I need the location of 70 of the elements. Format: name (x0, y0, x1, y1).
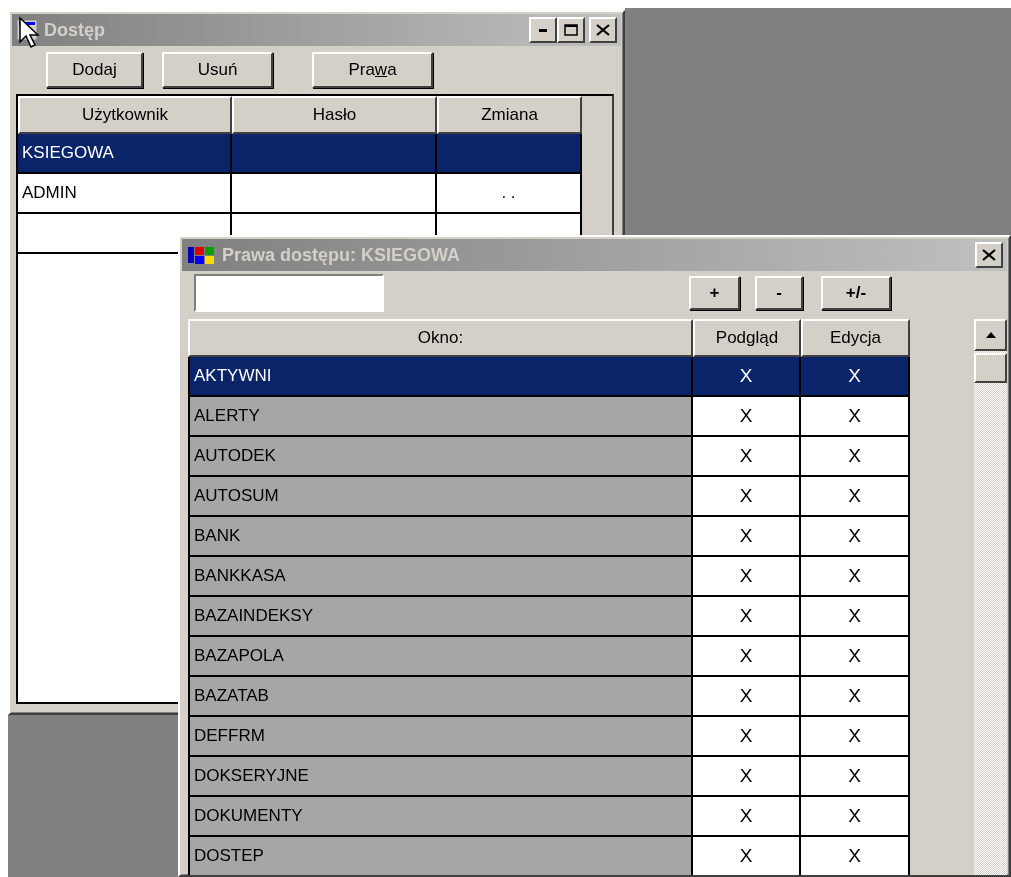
table-cell[interactable]: X (693, 357, 801, 397)
table-cell[interactable]: BAZAINDEKSY (188, 597, 693, 637)
table-cell[interactable]: X (801, 797, 910, 837)
table-cell[interactable]: BANK (188, 517, 693, 557)
flag-icon (186, 244, 216, 266)
table-cell[interactable]: X (693, 757, 801, 797)
table-cell[interactable]: X (693, 837, 801, 875)
table-cell[interactable]: X (693, 517, 801, 557)
table-cell[interactable]: DEFFRM (188, 717, 693, 757)
toolbar-button[interactable]: - (755, 276, 803, 310)
filter-field[interactable] (194, 274, 384, 312)
close-icon (596, 24, 610, 36)
minimize-button[interactable] (529, 17, 557, 43)
table-cell[interactable]: X (693, 477, 801, 517)
table-cell[interactable]: X (693, 557, 801, 597)
column-header[interactable]: Użytkownik (18, 96, 232, 134)
table-cell[interactable]: AUTOSUM (188, 477, 693, 517)
close-icon (982, 249, 996, 261)
table-cell[interactable]: BAZATAB (188, 677, 693, 717)
table-cell[interactable]: X (693, 597, 801, 637)
maximize-icon (564, 24, 578, 36)
table-cell[interactable]: X (801, 637, 910, 677)
toolbar-button[interactable]: Dodaj (46, 52, 143, 88)
column-header[interactable]: Zmiana (437, 96, 582, 134)
table-cell: KSIEGOWA (18, 134, 232, 174)
table-cell[interactable]: AKTYWNI (188, 357, 693, 397)
table-cell[interactable]: X (693, 397, 801, 437)
toolbar-button[interactable]: +/- (821, 276, 891, 310)
table-cell[interactable]: X (801, 717, 910, 757)
window-title: Prawa dostępu: KSIEGOWA (222, 243, 461, 267)
table-cell[interactable]: X (801, 357, 910, 397)
table-cell[interactable]: DOKUMENTY (188, 797, 693, 837)
table-cell[interactable]: X (693, 437, 801, 477)
scroll-up-button[interactable] (974, 319, 1007, 351)
toolbar-button[interactable]: Prawa (312, 52, 433, 88)
toolbar-button[interactable]: + (689, 276, 740, 310)
table-cell[interactable]: X (693, 637, 801, 677)
table-cell[interactable]: X (801, 557, 910, 597)
table-cell[interactable]: DOSTEP (188, 837, 693, 875)
table-cell[interactable]: X (801, 517, 910, 557)
table-cell[interactable]: ALERTY (188, 397, 693, 437)
table-cell[interactable]: X (801, 837, 910, 875)
column-header[interactable]: Hasło (232, 96, 437, 134)
table-cell[interactable]: BAZAPOLA (188, 637, 693, 677)
table-cell[interactable]: X (801, 477, 910, 517)
table-cell[interactable]: X (693, 717, 801, 757)
table-cell[interactable]: AUTODEK (188, 437, 693, 477)
minimize-icon (539, 28, 547, 32)
window-title: Dostęp (44, 18, 105, 42)
table-cell[interactable]: DOKSERYJNE (188, 757, 693, 797)
column-header[interactable]: Edycja (801, 319, 910, 357)
up-arrow-icon (984, 331, 997, 339)
table-cell: ADMIN (18, 174, 232, 214)
table-cell[interactable]: X (801, 757, 910, 797)
close-button[interactable] (975, 242, 1003, 268)
table-cell[interactable]: X (801, 677, 910, 717)
toolbar-button[interactable]: Usuń (162, 52, 273, 88)
column-header[interactable]: Okno: (188, 319, 693, 357)
scroll-thumb[interactable] (974, 353, 1007, 383)
close-button[interactable] (589, 17, 617, 43)
column-header[interactable]: Podgląd (693, 319, 801, 357)
table-cell[interactable]: X (693, 797, 801, 837)
table-cell[interactable]: X (801, 397, 910, 437)
scrollbar[interactable] (974, 319, 1007, 875)
table-cell[interactable]: X (801, 437, 910, 477)
maximize-button[interactable] (557, 17, 585, 43)
table-cell[interactable]: X (801, 597, 910, 637)
mouse-pointer-icon (18, 16, 40, 50)
table-cell[interactable]: X (693, 677, 801, 717)
table-cell[interactable]: BANKKASA (188, 557, 693, 597)
